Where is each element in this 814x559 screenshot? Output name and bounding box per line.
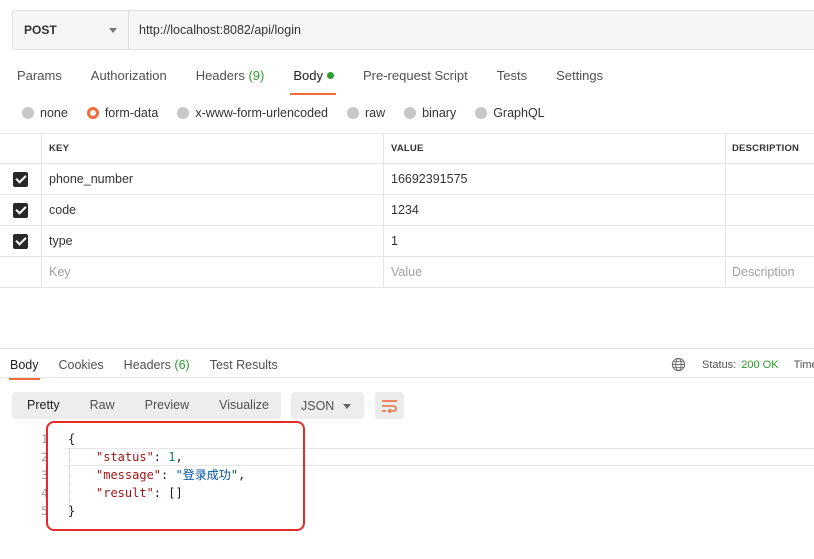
- time-label: Time: [793, 358, 814, 371]
- tab-label: Tests: [496, 68, 528, 83]
- status-label: Status:: [702, 358, 737, 371]
- table-row: phone_number 16692391575: [0, 164, 814, 195]
- radio-button[interactable]: [404, 107, 417, 119]
- description-cell[interactable]: [726, 226, 814, 256]
- form-data-table: KEY VALUE DESCRIPTION phone_number 16692…: [0, 133, 814, 288]
- tab-label: Pre-request Script: [362, 68, 468, 83]
- response-tabs: Body Cookies Headers (6) Test Results: [9, 356, 298, 380]
- new-value-input[interactable]: Value: [384, 257, 726, 287]
- radio-form-data[interactable]: form-data: [86, 106, 159, 120]
- view-pretty-button[interactable]: Pretty: [12, 392, 75, 419]
- format-label: JSON: [301, 398, 335, 413]
- tab-label: Headers: [123, 358, 171, 372]
- description-cell[interactable]: [726, 195, 814, 225]
- row-checkbox[interactable]: [13, 233, 28, 249]
- radio-label: none: [40, 106, 68, 120]
- radio-label: x-www-form-urlencoded: [195, 106, 328, 120]
- url-input[interactable]: http://localhost:8082/api/login: [129, 11, 814, 49]
- tab-label: Settings: [556, 68, 604, 83]
- body-type-options: none form-data x-www-form-urlencoded raw…: [22, 104, 564, 122]
- tab-settings[interactable]: Settings: [556, 66, 603, 90]
- view-raw-button[interactable]: Raw: [75, 392, 130, 419]
- response-divider[interactable]: [0, 348, 814, 349]
- request-bar: POST http://localhost:8082/api/login: [12, 10, 814, 50]
- response-tab-test-results[interactable]: Test Results: [210, 356, 278, 374]
- radio-button[interactable]: [22, 107, 34, 119]
- key-cell[interactable]: code: [42, 195, 384, 225]
- globe-icon[interactable]: [671, 357, 686, 372]
- tab-label: Body: [10, 358, 39, 372]
- table-row-new: Key Value Description: [0, 257, 814, 288]
- radio-binary[interactable]: binary: [404, 106, 456, 120]
- row-checkbox[interactable]: [13, 202, 28, 218]
- method-label: POST: [24, 23, 57, 37]
- view-mode-group: Pretty Raw Preview Visualize: [12, 392, 281, 419]
- description-cell[interactable]: [726, 164, 814, 194]
- view-visualize-button[interactable]: Visualize: [204, 392, 284, 419]
- row-checkbox-cell-empty: [0, 257, 42, 287]
- radio-none[interactable]: none: [22, 106, 68, 120]
- key-cell[interactable]: phone_number: [42, 164, 384, 194]
- value-cell[interactable]: 1234: [384, 195, 726, 225]
- tab-label: Test Results: [209, 358, 278, 372]
- wrap-lines-icon: [382, 399, 397, 413]
- status-value[interactable]: 200 OK: [741, 359, 778, 371]
- chevron-down-icon: [343, 404, 351, 409]
- chevron-down-icon: [109, 28, 117, 33]
- row-checkbox[interactable]: [13, 171, 28, 187]
- view-preview-button[interactable]: Preview: [130, 392, 204, 419]
- format-select[interactable]: JSON: [291, 392, 364, 419]
- tab-label: Params: [17, 68, 62, 83]
- value-cell[interactable]: 1: [384, 226, 726, 256]
- radio-button[interactable]: [347, 107, 359, 119]
- radio-button[interactable]: [475, 107, 488, 119]
- body-indicator-dot: [326, 72, 334, 79]
- radio-x-www-form-urlencoded[interactable]: x-www-form-urlencoded: [177, 106, 328, 120]
- radio-label: form-data: [104, 106, 159, 120]
- radio-graphql[interactable]: GraphQL: [475, 106, 545, 120]
- response-tabs-underline: [0, 377, 814, 378]
- annotation-highlight-box: [46, 421, 305, 531]
- row-checkbox-cell: [0, 226, 42, 256]
- headers-count: (9): [248, 68, 265, 83]
- method-select[interactable]: POST: [13, 11, 129, 49]
- response-tab-headers[interactable]: Headers (6): [124, 356, 190, 374]
- tab-label: Headers: [195, 68, 245, 83]
- wrap-lines-button[interactable]: [375, 392, 404, 419]
- radio-raw[interactable]: raw: [347, 106, 385, 120]
- tab-body[interactable]: Body: [290, 66, 336, 95]
- tab-label: Cookies: [58, 358, 104, 372]
- request-tabs: Params Authorization Headers (9) Body Pr…: [17, 66, 632, 95]
- row-checkbox-cell: [0, 164, 42, 194]
- table-row: code 1234: [0, 195, 814, 226]
- tab-label: Body: [293, 68, 323, 83]
- value-cell[interactable]: 16692391575: [384, 164, 726, 194]
- new-key-input[interactable]: Key: [42, 257, 384, 287]
- tab-label: Authorization: [90, 68, 167, 83]
- key-cell[interactable]: type: [42, 226, 384, 256]
- tab-headers[interactable]: Headers (9): [196, 66, 265, 90]
- table-row: type 1: [0, 226, 814, 257]
- tab-tests[interactable]: Tests: [497, 66, 527, 90]
- radio-button-selected[interactable]: [86, 107, 99, 119]
- radio-button[interactable]: [177, 107, 190, 119]
- tab-params[interactable]: Params: [17, 66, 62, 90]
- column-header-key: KEY: [42, 134, 384, 163]
- response-tab-cookies[interactable]: Cookies: [59, 356, 104, 374]
- header-checkbox-column: [0, 134, 42, 163]
- radio-label: GraphQL: [493, 106, 545, 120]
- headers-count: (6): [174, 358, 190, 372]
- table-header-row: KEY VALUE DESCRIPTION: [0, 133, 814, 164]
- radio-label: raw: [365, 106, 386, 120]
- new-description-input[interactable]: Description: [726, 257, 814, 287]
- column-header-description: DESCRIPTION: [732, 143, 800, 154]
- response-meta: Status: 200 OK Time: [671, 357, 814, 372]
- radio-label: binary: [422, 106, 457, 120]
- tab-pre-request-script[interactable]: Pre-request Script: [363, 66, 468, 90]
- response-tab-body[interactable]: Body: [9, 356, 39, 380]
- column-header-value: VALUE: [384, 134, 726, 163]
- row-checkbox-cell: [0, 195, 42, 225]
- tab-authorization[interactable]: Authorization: [91, 66, 167, 90]
